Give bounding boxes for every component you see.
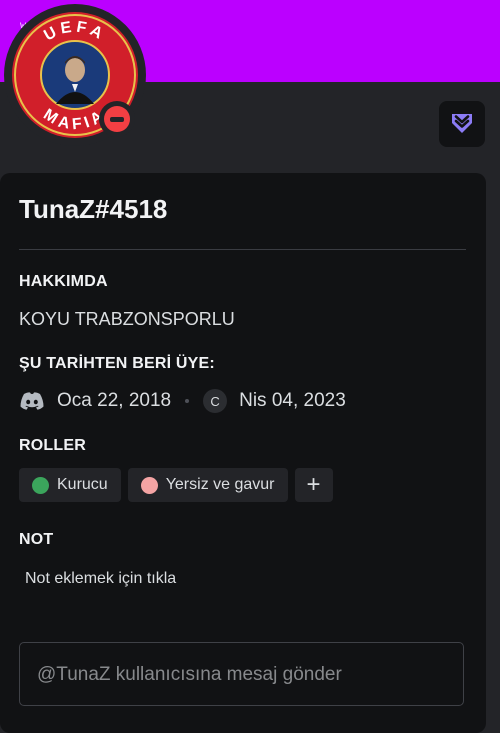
role-color-dot [32,476,49,494]
server-join-date: Nis 04, 2023 [239,390,346,411]
role-pill-yersiz-ve-gavur[interactable]: Yersiz ve gavur [127,468,288,502]
divider [19,249,466,250]
status-indicator [99,101,135,137]
role-name: Kurucu [57,476,108,493]
message-input[interactable] [37,664,447,686]
about-title: HAKKIMDA [19,273,108,290]
separator-dot [185,399,190,403]
discord-icon [19,391,45,411]
about-text: KOYU TRABZONSPORLU [19,309,235,329]
add-role-button[interactable]: + [294,468,333,502]
discord-join-date: Oca 22, 2018 [57,390,172,411]
username: TunaZ#4518 [19,194,168,224]
nitro-chevron-icon [452,114,472,133]
member-since-title: ŞU TARİHTEN BERİ ÜYE: [19,355,215,372]
roles-title: ROLLER [19,437,86,454]
member-since-dates: Oca 22, 2018 C Nis 04, 2023 [19,388,346,414]
dnd-status-icon [104,106,130,132]
note-input[interactable]: Not eklemek için tıkla [25,570,176,588]
role-name: Yersiz ve gavur [165,476,275,493]
server-icon: C [203,389,228,413]
note-title: NOT [19,531,54,548]
role-pill-kurucu[interactable]: Kurucu [19,468,121,502]
roles-list: Kurucu Yersiz ve gavur + [19,468,333,502]
nitro-badge[interactable] [439,101,485,147]
role-color-dot [140,476,158,494]
message-box[interactable] [19,642,464,706]
